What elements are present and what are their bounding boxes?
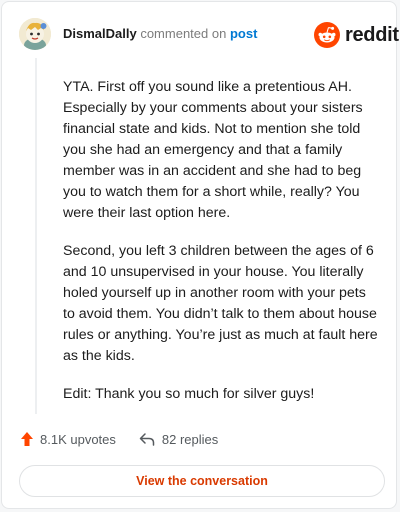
post-link[interactable]: post <box>230 26 257 41</box>
comment-paragraph: Edit: Thank you so much for silver guys! <box>63 386 315 402</box>
username-link[interactable]: DismalDally <box>63 26 137 41</box>
thread-line <box>35 58 37 414</box>
upvote-button[interactable]: 8.1K upvotes <box>20 431 116 447</box>
avatar-image <box>19 18 51 50</box>
comment-body: YTA. First off you sound like a pretenti… <box>63 77 381 422</box>
comment-stats: 8.1K upvotes 82 replies <box>20 431 218 447</box>
comment-header: DismalDally commented on post <box>63 26 257 41</box>
view-conversation-label: View the conversation <box>136 474 268 488</box>
user-avatar[interactable] <box>19 18 51 50</box>
reddit-wordmark: reddit <box>345 23 399 46</box>
action-text: commented on <box>140 26 227 41</box>
reddit-snoo-icon <box>314 22 340 48</box>
view-conversation-button[interactable]: View the conversation <box>19 465 385 497</box>
comment-paragraph: YTA. First off you sound like a pretenti… <box>63 79 363 221</box>
reply-arrow-icon <box>139 433 155 446</box>
comment-card: DismalDally commented on post reddit YTA… <box>1 1 399 509</box>
replies-button[interactable]: 82 replies <box>139 432 218 447</box>
upvote-arrow-icon <box>21 432 33 446</box>
comment-paragraph: Second, you left 3 children between the … <box>63 243 378 364</box>
reddit-logo[interactable]: reddit <box>314 22 399 48</box>
reply-count: 82 replies <box>161 431 219 447</box>
upvote-count: 8.1K upvotes <box>40 431 116 447</box>
